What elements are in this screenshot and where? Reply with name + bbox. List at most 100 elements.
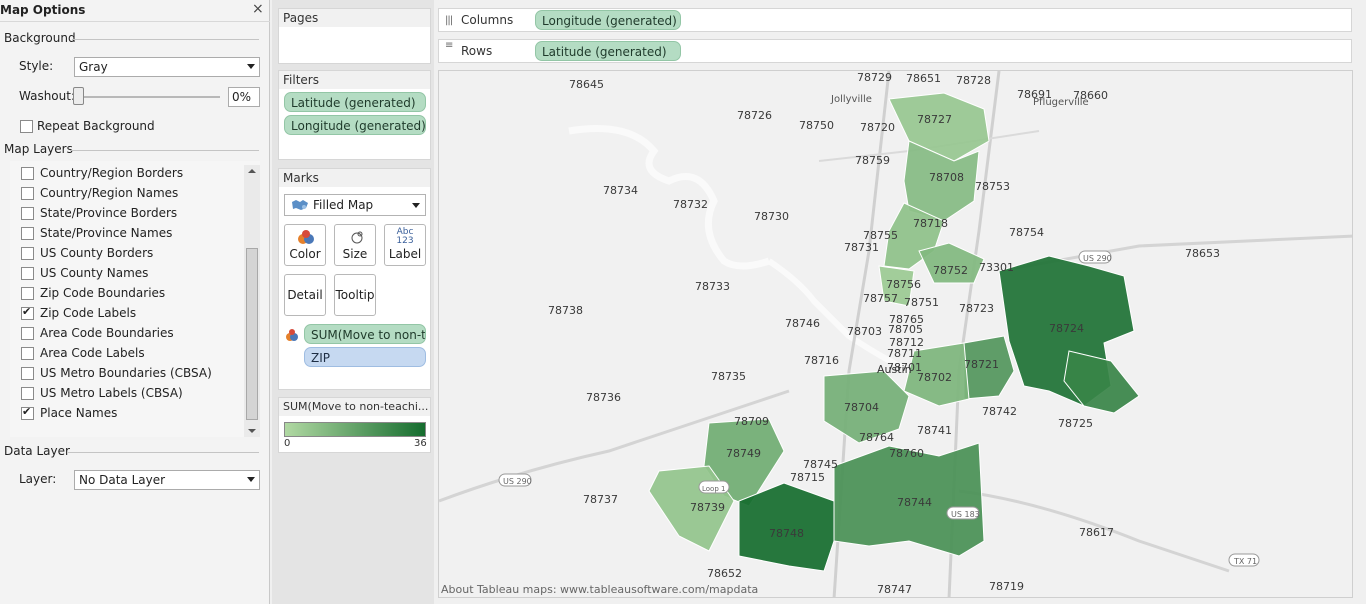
layer-checkbox[interactable] [21,387,34,400]
pages-shelf[interactable]: Pages [278,8,431,64]
columns-label: Columns [461,13,514,27]
map-layers-heading: Map Layers [4,142,73,156]
section-divider [68,452,259,453]
detail-label: Detail [287,288,323,302]
layer-checkbox[interactable]: ✔ [21,405,34,420]
zip-label: 78742 [982,405,1017,418]
filter-pill-latitude[interactable]: Latitude (generated) [284,92,426,112]
zip-area-78752[interactable] [918,242,985,284]
layer-checkbox[interactable] [21,287,34,300]
section-divider [72,39,259,40]
legend-gradient [284,422,426,437]
map-canvas[interactable]: US 290 US 290 US 183 TX 71 Loop 1 Jollyv… [439,71,1353,598]
zip-label: 78645 [569,78,604,91]
map-attribution-link[interactable]: About Tableau maps: www.tableausoftware.… [441,583,758,596]
scroll-down-icon[interactable] [248,429,256,433]
us-183-shield-text: US 183 [951,510,980,519]
zip-label: 78735 [711,370,746,383]
repeat-background-label: Repeat Background [37,119,155,133]
zip-area-78725[interactable] [1063,350,1140,414]
zip-label: 78760 [889,447,924,460]
layer-label: Area Code Labels [40,346,145,360]
color-button[interactable]: Color [284,224,326,266]
zip-label: 78724 [1049,322,1084,335]
color-encoding-icon [286,329,298,341]
pages-title: Pages [283,11,319,25]
chevron-down-icon [247,64,255,69]
legend-min: 0 [284,438,291,449]
size-button[interactable]: Size [334,224,376,266]
map-layers-scrollbar[interactable] [244,165,260,437]
zip-label: 78727 [917,113,952,126]
washout-slider-thumb[interactable] [73,87,84,105]
zip-label: 78764 [859,431,894,444]
size-icon [351,231,363,244]
zip-label: 78725 [1058,417,1093,430]
data-layer-select[interactable]: No Data Layer [74,470,260,490]
style-select[interactable]: Gray [74,57,260,77]
zip-label: 78731 [844,241,879,254]
layer-checkbox[interactable] [21,247,34,260]
zip-label: 78756 [886,278,921,291]
us-290-shield-text: US 290 [503,477,532,486]
layer-checkbox[interactable] [21,267,34,280]
zip-label: 78652 [707,567,742,580]
detail-button[interactable]: Detail [284,274,326,316]
zip-label: 78726 [737,109,772,122]
scroll-up-icon[interactable] [248,169,256,173]
layer-checkbox[interactable] [21,207,34,220]
color-field-pill[interactable]: SUM(Move to non-t.. [304,324,426,344]
tx-71-shield-text: TX 71 [1233,557,1257,566]
detail-field-pill[interactable]: ZIP [304,347,426,367]
repeat-background-checkbox[interactable] [20,120,33,133]
layer-label: Area Code Boundaries [40,326,174,340]
zip-label: 78751 [904,296,939,309]
rows-icon: ≡ [445,40,454,51]
mark-type-select[interactable]: Filled Map [284,194,426,216]
zip-label: 78730 [754,210,789,223]
rows-field-pill[interactable]: Latitude (generated) [535,41,681,61]
filter-pill-longitude[interactable]: Longitude (generated) [284,115,426,135]
layer-checkbox[interactable] [21,187,34,200]
layer-checkbox[interactable] [21,367,34,380]
place-name-jollyville: Jollyville [830,94,872,105]
layer-label: Country/Region Borders [40,166,184,180]
washout-slider-track[interactable] [74,96,220,98]
zip-label: 78729 [857,71,892,84]
zip-label: 78716 [804,354,839,367]
scroll-thumb[interactable] [246,248,258,420]
zip-label: 78723 [959,302,994,315]
layer-label: US County Borders [40,246,154,260]
layer-label: Zip Code Boundaries [40,286,166,300]
tooltip-button[interactable]: Tooltip [334,274,376,316]
layer-checkbox[interactable]: ✔ [21,305,34,320]
layer-checkbox[interactable] [21,327,34,340]
layer-label: State/Province Names [40,226,173,240]
map-view[interactable]: US 290 US 290 US 183 TX 71 Loop 1 Jollyv… [438,70,1353,598]
layer-checkbox[interactable] [21,347,34,360]
zip-label: 78721 [964,358,999,371]
washout-value-field[interactable]: 0% [228,87,260,107]
close-icon[interactable]: × [252,1,264,17]
zip-label: 78744 [897,496,932,509]
lake-water [568,125,771,270]
layer-label: US County Names [40,266,149,280]
zip-label: 78734 [603,184,638,197]
zip-label: 78757 [863,292,898,305]
loop-1-shield-text: Loop 1 [702,485,725,493]
zip-label: 78709 [734,415,769,428]
zip-label: 78753 [975,180,1010,193]
layer-checkbox[interactable] [21,227,34,240]
rows-label: Rows [461,44,493,58]
layer-label: Country/Region Names [40,186,179,200]
label-button[interactable]: Abc 123 Label [384,224,426,266]
color-icon [298,230,314,244]
zip-label: 78739 [690,501,725,514]
zip-label: 78748 [769,527,804,540]
filled-map-icon [292,200,308,210]
layer-label: Place Names [40,406,118,420]
zip-label: 78705 [888,323,923,336]
layer-checkbox[interactable] [21,167,34,180]
columns-field-pill[interactable]: Longitude (generated) [535,10,681,30]
zip-label: 78704 [844,401,879,414]
